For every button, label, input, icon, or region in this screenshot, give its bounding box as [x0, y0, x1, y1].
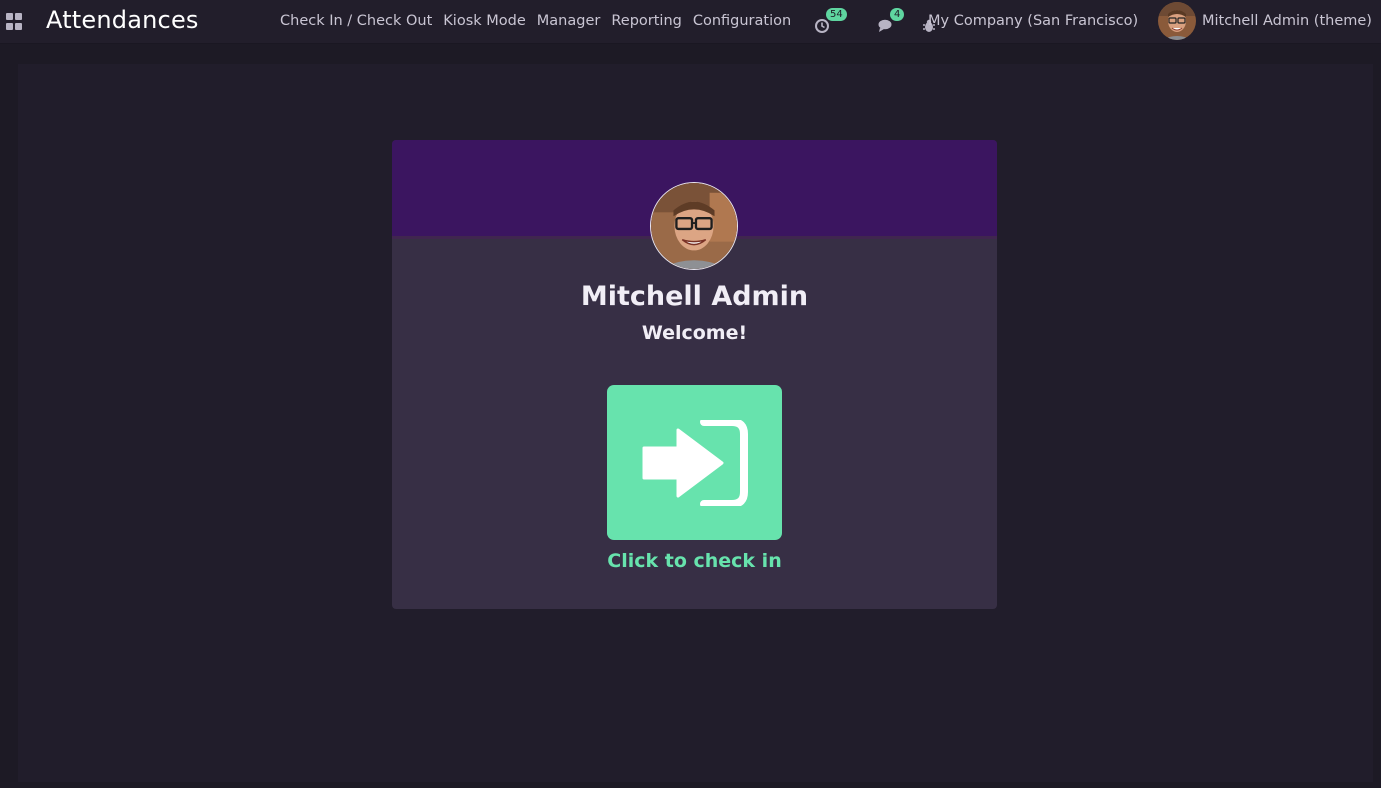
- activities-clock-icon[interactable]: 54: [814, 8, 847, 33]
- menu-item-reporting[interactable]: Reporting: [611, 13, 682, 29]
- sign-in-icon: [642, 419, 748, 506]
- menu-item-check-in-out[interactable]: Check In / Check Out: [280, 13, 432, 29]
- menu-item-manager[interactable]: Manager: [537, 13, 601, 29]
- company-switcher[interactable]: My Company (San Francisco): [928, 13, 1138, 29]
- activities-badge: 54: [826, 8, 847, 21]
- top-navbar: Attendances Check In / Check Out Kiosk M…: [0, 0, 1381, 44]
- attendance-card: Mitchell Admin Welcome! Click to check i…: [392, 140, 997, 609]
- employee-name: Mitchell Admin: [580, 281, 809, 312]
- menu-item-kiosk-mode[interactable]: Kiosk Mode: [443, 13, 525, 29]
- user-menu[interactable]: Mitchell Admin (theme): [1202, 13, 1372, 29]
- systray: 54 4: [814, 8, 942, 36]
- messages-chat-icon[interactable]: 4: [878, 8, 905, 32]
- messages-badge: 4: [890, 8, 905, 21]
- apps-menu-icon[interactable]: [6, 13, 23, 30]
- check-in-label[interactable]: Click to check in: [392, 550, 997, 572]
- app-title[interactable]: Attendances: [46, 6, 199, 34]
- welcome-message: Welcome!: [641, 322, 748, 344]
- main-menu: Check In / Check Out Kiosk Mode Manager …: [280, 13, 802, 29]
- employee-avatar: [650, 182, 738, 270]
- menu-item-configuration[interactable]: Configuration: [693, 13, 791, 29]
- check-in-button[interactable]: [607, 385, 782, 540]
- user-avatar[interactable]: [1158, 2, 1196, 40]
